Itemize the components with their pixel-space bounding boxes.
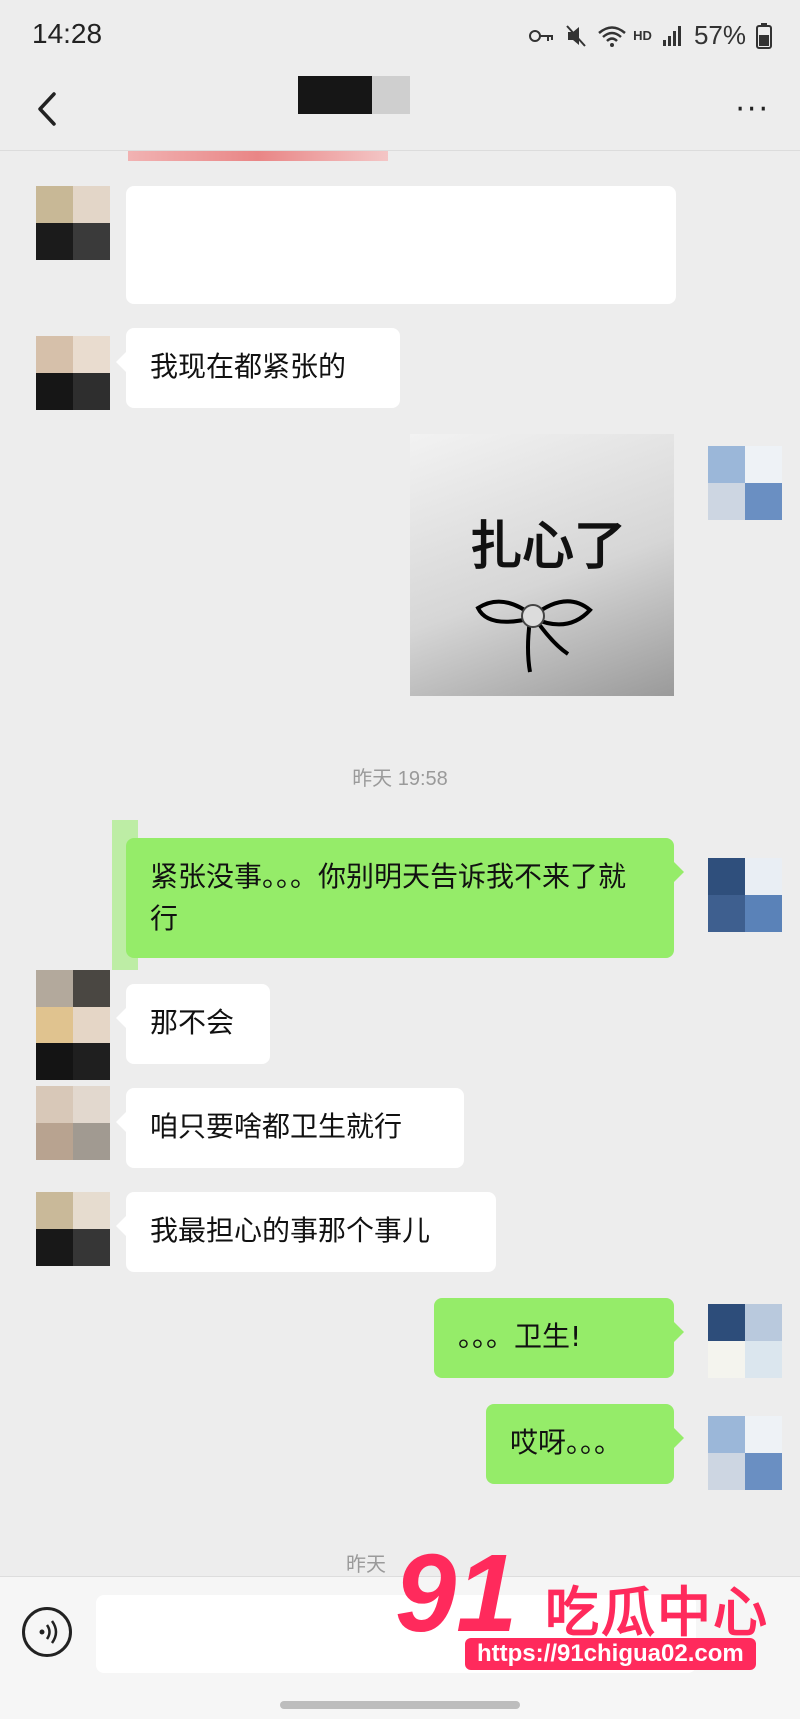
- message-bubble[interactable]: 我最担心的事那个事儿: [116, 1192, 496, 1272]
- status-time: 14:28: [32, 18, 103, 49]
- avatar[interactable]: [36, 1192, 110, 1266]
- watermark-url: https://91chigua02.com: [465, 1638, 756, 1670]
- vpn-key-icon: [529, 29, 554, 42]
- battery-icon: [756, 22, 772, 49]
- contact-name-redacted: [298, 76, 410, 114]
- back-icon[interactable]: [28, 84, 68, 134]
- signal-icon: [662, 25, 681, 46]
- wifi-icon: [598, 25, 626, 47]
- message-text: 那不会: [150, 1006, 235, 1039]
- avatar[interactable]: [36, 1086, 110, 1160]
- sticker-text: 扎心了: [470, 517, 627, 577]
- message-text: 紧张没事。。。你别明天告诉我不来了就行: [150, 860, 627, 935]
- status-bar: 14:28 HD 57%: [0, 0, 800, 70]
- message-text: 哎呀。。。: [510, 1426, 623, 1459]
- message-bubble[interactable]: 紧张没事。。。你别明天告诉我不来了就行: [126, 838, 684, 958]
- self-avatar[interactable]: [708, 858, 782, 932]
- more-icon[interactable]: ···: [735, 92, 770, 127]
- timestamp: 昨天 19:58: [352, 768, 448, 790]
- redacted-message-bubble[interactable]: [126, 186, 676, 304]
- message-bubble[interactable]: 那不会: [116, 984, 270, 1064]
- message-text: 咱只要啥都卫生就行: [150, 1110, 403, 1143]
- avatar[interactable]: [36, 970, 110, 1080]
- voice-icon[interactable]: [22, 1607, 72, 1657]
- bow-tie-graphic: [475, 599, 593, 673]
- message-text: 我最担心的事那个事儿: [150, 1214, 431, 1247]
- self-avatar[interactable]: [708, 1304, 782, 1378]
- home-indicator: [280, 1701, 520, 1709]
- self-avatar[interactable]: [708, 1416, 782, 1490]
- cropped-image-top: [128, 151, 388, 161]
- message-bubble[interactable]: 我现在都紧张的: [116, 328, 400, 408]
- watermark: 91 吃瓜中心 https://91chigua02.com: [395, 1530, 795, 1680]
- status-icons: HD 57%: [529, 20, 772, 51]
- watermark-text: 吃瓜中心: [545, 1581, 769, 1644]
- message-bubble[interactable]: 。。。卫生!: [434, 1298, 684, 1378]
- sticker-image[interactable]: 扎心了: [410, 434, 674, 696]
- self-avatar[interactable]: [708, 446, 782, 520]
- avatar[interactable]: [36, 186, 110, 260]
- message-text: 。。。卫生!: [458, 1320, 582, 1353]
- chat-header: ···: [0, 70, 800, 151]
- avatar[interactable]: [36, 336, 110, 410]
- green-edge-artifact: [112, 820, 138, 970]
- mute-icon: [566, 24, 586, 47]
- network-hd-label: HD: [633, 28, 652, 43]
- message-bubble[interactable]: 咱只要啥都卫生就行: [116, 1088, 464, 1168]
- message-bubble[interactable]: 哎呀。。。: [486, 1404, 684, 1484]
- message-text: 我现在都紧张的: [150, 350, 347, 383]
- battery-percent: 57%: [693, 20, 746, 50]
